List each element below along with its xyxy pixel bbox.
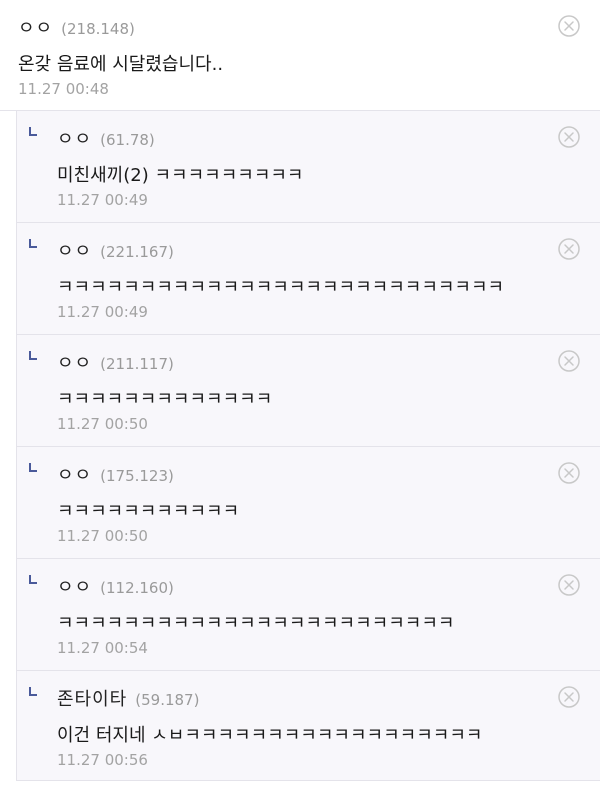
reply-arrow-icon: [29, 351, 37, 360]
reply-comment: ㅇㅇ (112.160) ㅋㅋㅋㅋㅋㅋㅋㅋㅋㅋㅋㅋㅋㅋㅋㅋㅋㅋㅋㅋㅋㅋㅋㅋ 11…: [16, 559, 600, 671]
reply-ip: (211.117): [100, 355, 174, 373]
close-circle-icon[interactable]: [558, 350, 580, 372]
reply-ip: (112.160): [100, 579, 174, 597]
reply-comment: ㅇㅇ (221.167) ㅋㅋㅋㅋㅋㅋㅋㅋㅋㅋㅋㅋㅋㅋㅋㅋㅋㅋㅋㅋㅋㅋㅋㅋㅋㅋㅋ…: [16, 223, 600, 335]
close-circle-icon[interactable]: [558, 15, 580, 37]
reply-header: ㅇㅇ (211.117): [57, 349, 174, 375]
reply-text: ㅋㅋㅋㅋㅋㅋㅋㅋㅋㅋㅋㅋㅋㅋㅋㅋㅋㅋㅋㅋㅋㅋㅋㅋㅋㅋㅋ: [57, 277, 505, 298]
comment-ip: (218.148): [61, 20, 135, 38]
comment: ㅇㅇ (218.148) 온갖 음료에 시달렸습니다.. 11.27 00:48: [0, 0, 600, 111]
reply-timestamp: 11.27 00:56: [57, 751, 148, 769]
reply-text: ㅋㅋㅋㅋㅋㅋㅋㅋㅋㅋㅋㅋㅋ: [57, 389, 273, 410]
reply-ip: (221.167): [100, 243, 174, 261]
reply-text: ㅋㅋㅋㅋㅋㅋㅋㅋㅋㅋㅋㅋㅋㅋㅋㅋㅋㅋㅋㅋㅋㅋㅋㅋ: [57, 613, 455, 634]
reply-header: ㅇㅇ (61.78): [57, 125, 155, 151]
reply-ip: (59.187): [135, 691, 200, 709]
reply-comment: 존타이타 (59.187) 이건 터지네 ㅅㅂㅋㅋㅋㅋㅋㅋㅋㅋㅋㅋㅋㅋㅋㅋㅋㅋㅋ…: [16, 671, 600, 781]
reply-header: ㅇㅇ (175.123): [57, 461, 174, 487]
reply-comment: ㅇㅇ (61.78) 미친새끼(2) ㅋㅋㅋㅋㅋㅋㅋㅋㅋ 11.27 00:49: [16, 111, 600, 223]
comment-thread: ㅇㅇ (218.148) 온갖 음료에 시달렸습니다.. 11.27 00:48…: [0, 0, 600, 787]
reply-timestamp: 11.27 00:50: [57, 527, 148, 545]
close-circle-icon[interactable]: [558, 574, 580, 596]
reply-timestamp: 11.27 00:54: [57, 639, 148, 657]
reply-timestamp: 11.27 00:49: [57, 303, 148, 321]
reply-arrow-icon: [29, 463, 37, 472]
comment-author[interactable]: ㅇㅇ: [18, 14, 53, 40]
reply-timestamp: 11.27 00:49: [57, 191, 148, 209]
reply-author[interactable]: ㅇㅇ: [57, 237, 92, 263]
reply-comment: ㅇㅇ (211.117) ㅋㅋㅋㅋㅋㅋㅋㅋㅋㅋㅋㅋㅋ 11.27 00:50: [16, 335, 600, 447]
reply-text: 미친새끼(2) ㅋㅋㅋㅋㅋㅋㅋㅋㅋ: [57, 165, 304, 186]
comment-text: 온갖 음료에 시달렸습니다..: [18, 54, 224, 75]
reply-header: 존타이타 (59.187): [57, 685, 199, 711]
reply-author[interactable]: 존타이타: [57, 685, 127, 711]
reply-text: ㅋㅋㅋㅋㅋㅋㅋㅋㅋㅋㅋ: [57, 501, 240, 522]
close-circle-icon[interactable]: [558, 462, 580, 484]
reply-comment: ㅇㅇ (175.123) ㅋㅋㅋㅋㅋㅋㅋㅋㅋㅋㅋ 11.27 00:50: [16, 447, 600, 559]
close-circle-icon[interactable]: [558, 686, 580, 708]
reply-ip: (175.123): [100, 467, 174, 485]
reply-timestamp: 11.27 00:50: [57, 415, 148, 433]
reply-text: 이건 터지네 ㅅㅂㅋㅋㅋㅋㅋㅋㅋㅋㅋㅋㅋㅋㅋㅋㅋㅋㅋㅋ: [57, 725, 483, 746]
reply-author[interactable]: ㅇㅇ: [57, 349, 92, 375]
comment-header: ㅇㅇ (218.148): [18, 14, 135, 40]
reply-author[interactable]: ㅇㅇ: [57, 461, 92, 487]
reply-author[interactable]: ㅇㅇ: [57, 125, 92, 151]
reply-arrow-icon: [29, 687, 37, 696]
reply-ip: (61.78): [100, 131, 155, 149]
reply-header: ㅇㅇ (221.167): [57, 237, 174, 263]
close-circle-icon[interactable]: [558, 238, 580, 260]
reply-header: ㅇㅇ (112.160): [57, 573, 174, 599]
reply-arrow-icon: [29, 239, 37, 248]
reply-arrow-icon: [29, 575, 37, 584]
reply-arrow-icon: [29, 127, 37, 136]
reply-author[interactable]: ㅇㅇ: [57, 573, 92, 599]
close-circle-icon[interactable]: [558, 126, 580, 148]
comment-timestamp: 11.27 00:48: [18, 80, 109, 98]
